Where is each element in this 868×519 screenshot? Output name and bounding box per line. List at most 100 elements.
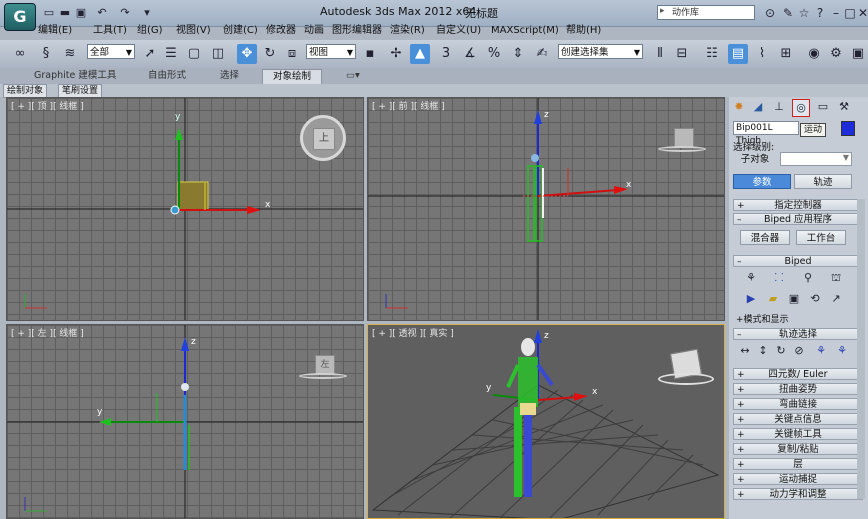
menu-customize[interactable]: 自定义(U) (436, 23, 481, 39)
menu-edit[interactable]: 编辑(E) (38, 23, 72, 39)
reference-coord-dropdown[interactable]: 视图 ▼ (306, 44, 356, 59)
motion-flow-icon[interactable]: ⚲ (800, 270, 816, 286)
pivot-center-icon[interactable]: ▪ (360, 44, 380, 64)
viewcube-perspective[interactable] (658, 348, 714, 387)
graphite-toggle-icon[interactable]: ▤ (728, 44, 748, 64)
more-icon[interactable]: ▾ (140, 6, 154, 19)
rollout-bend-links[interactable]: + 弯曲链接 (733, 398, 863, 410)
rollout-motion-capture[interactable]: + 运动捕捉 (733, 473, 863, 485)
menu-group[interactable]: 组(G) (137, 23, 163, 39)
viewport-front[interactable]: [ + ][ 前 ][ 线框 ] z x (367, 97, 725, 321)
close-icon[interactable]: ✕ (855, 5, 868, 21)
rollout-twist-poses[interactable]: + 扭曲姿势 (733, 383, 863, 395)
modes-display-toggle[interactable]: +模式和显示 (736, 312, 789, 325)
select-by-name-icon[interactable]: ☰ (161, 44, 181, 64)
named-selection-dropdown[interactable]: 创建选择集 ▼ (558, 44, 643, 59)
rollout-keyframing-tools[interactable]: + 关键帧工具 (733, 428, 863, 440)
menu-create[interactable]: 创建(C) (223, 23, 258, 39)
edit-named-selection-icon[interactable]: ✍ (532, 44, 552, 64)
help-icon[interactable]: ? (812, 5, 828, 21)
move-all-mode-icon[interactable]: ↗ (828, 291, 844, 307)
convert-icon[interactable]: ⟲ (807, 291, 823, 307)
percent-snap-icon[interactable]: % (484, 44, 504, 64)
body-rotation-icon[interactable]: ↻ (773, 343, 789, 359)
tab-selection[interactable]: 选择 (220, 69, 239, 83)
layer-manager-icon[interactable]: ☷ (702, 44, 722, 64)
viewcube-face[interactable]: 上 (313, 128, 335, 150)
star-icon[interactable]: ☆ (796, 5, 812, 21)
menu-help[interactable]: 帮助(H) (566, 23, 601, 39)
selection-filter-dropdown[interactable]: 全部 ▼ (87, 44, 135, 59)
params-button[interactable]: 参数 (733, 174, 791, 189)
viewport-perspective[interactable]: [ + ][ 透视 ][ 真实 ] z x y (367, 324, 725, 519)
opposite-icon[interactable]: ⚘ (834, 343, 850, 359)
rollout-layers[interactable]: + 层 (733, 458, 863, 470)
rollout-assign-controller[interactable]: + 指定控制器 (733, 199, 863, 211)
snap-toggle-icon[interactable]: 3 (436, 44, 456, 64)
render-setup-icon[interactable]: ⚙ (826, 44, 846, 64)
tab-freeform[interactable]: 自由形式 (148, 69, 186, 83)
mixer-button[interactable]: 混合器 (740, 230, 790, 245)
object-name-field[interactable]: Bip001L Thigh (733, 121, 799, 146)
undo-icon[interactable]: ↶ (95, 6, 109, 19)
object-color-swatch[interactable] (841, 121, 855, 136)
save-file-icon[interactable]: ▣ (786, 291, 802, 307)
hierarchy-panel-icon[interactable]: ⊥ (771, 99, 787, 115)
rollout-dynamics-adaptation[interactable]: + 动力学和调整 (733, 488, 863, 500)
new-icon[interactable]: ▭ (42, 6, 56, 19)
paint-object-button[interactable]: 绘制对象 (3, 84, 48, 98)
rollout-track-selection[interactable]: – 轨迹选择 (733, 328, 863, 340)
menu-rendering[interactable]: 渲染(R) (390, 23, 425, 39)
menu-modifiers[interactable]: 修改器 (266, 23, 296, 39)
rollout-key-info[interactable]: + 关键点信息 (733, 413, 863, 425)
unlink-icon[interactable]: § (36, 44, 56, 64)
curve-editor-icon[interactable]: ⌇ (752, 44, 772, 64)
viewcube-left[interactable]: 左 (299, 355, 347, 383)
redo-icon[interactable]: ↷ (118, 6, 132, 19)
angle-snap-icon[interactable]: ∡ (460, 44, 480, 64)
load-file-icon[interactable]: ▰ (765, 291, 781, 307)
rect-selection-icon[interactable]: ▢ (184, 44, 204, 64)
ribbon-options-icon[interactable]: ▭▾ (346, 69, 360, 83)
create-panel-icon[interactable]: ✸ (731, 99, 747, 115)
binoculars-icon[interactable]: ⊙ (762, 5, 778, 21)
rotate-icon[interactable]: ↻ (260, 44, 280, 64)
window-crossing-icon[interactable]: ◫ (208, 44, 228, 64)
select-manipulate-icon[interactable]: ✢ (386, 44, 406, 64)
tab-graphite-modeling[interactable]: Graphite 建模工具 (34, 69, 116, 83)
scale-icon[interactable]: ⧈ (282, 44, 302, 64)
menu-views[interactable]: 视图(V) (176, 23, 211, 39)
mirror-icon[interactable]: ⫴ (650, 44, 670, 64)
motion-panel-icon[interactable]: ◎ (792, 99, 810, 117)
viewcube-face[interactable]: 左 (315, 355, 335, 375)
modify-panel-icon[interactable]: ◢ (750, 99, 766, 115)
keyboard-shortcut-icon[interactable]: ▲ (410, 44, 430, 64)
menu-tools[interactable]: 工具(T) (93, 23, 127, 39)
search-input[interactable]: 动作库 (657, 5, 755, 20)
body-horizontal-icon[interactable]: ↔ (737, 343, 753, 359)
rollout-biped[interactable]: – Biped (733, 255, 863, 267)
open-icon[interactable]: ▬ (58, 6, 72, 19)
rollout-biped-apps[interactable]: – Biped 应用程序 (733, 213, 863, 225)
render-icon[interactable]: ▣ (848, 44, 868, 64)
menu-maxscript[interactable]: MAXScript(M) (491, 23, 559, 39)
schematic-view-icon[interactable]: ⊞ (776, 44, 796, 64)
viewport-top[interactable]: [ + ][ 顶 ][ 线框 ] y x 上 (6, 97, 364, 321)
command-panel-scrollbar[interactable] (857, 199, 865, 499)
display-panel-icon[interactable]: ▭ (815, 99, 831, 115)
material-editor-icon[interactable]: ◉ (804, 44, 824, 64)
menu-graph-editors[interactable]: 图形编辑器 (332, 23, 382, 39)
link-icon[interactable]: ∞ (10, 44, 30, 64)
sub-object-dropdown[interactable]: ▼ (780, 152, 852, 166)
brush-settings-button[interactable]: 笔刷设置 (58, 84, 103, 98)
lock-cog-icon[interactable]: ⊘ (791, 343, 807, 359)
save-icon[interactable]: ▣ (74, 6, 88, 19)
menu-animation[interactable]: 动画 (304, 23, 324, 39)
track-button[interactable]: 轨迹 (794, 174, 852, 189)
footstep-mode-icon[interactable]: ⸬ (771, 270, 787, 286)
select-object-icon[interactable]: ➚ (140, 44, 160, 64)
body-vertical-icon[interactable]: ↕ (755, 343, 771, 359)
viewcube-front[interactable] (658, 128, 706, 156)
move-icon[interactable]: ✥ (237, 44, 257, 64)
tab-object-paint[interactable]: 对象绘制 (262, 69, 323, 85)
